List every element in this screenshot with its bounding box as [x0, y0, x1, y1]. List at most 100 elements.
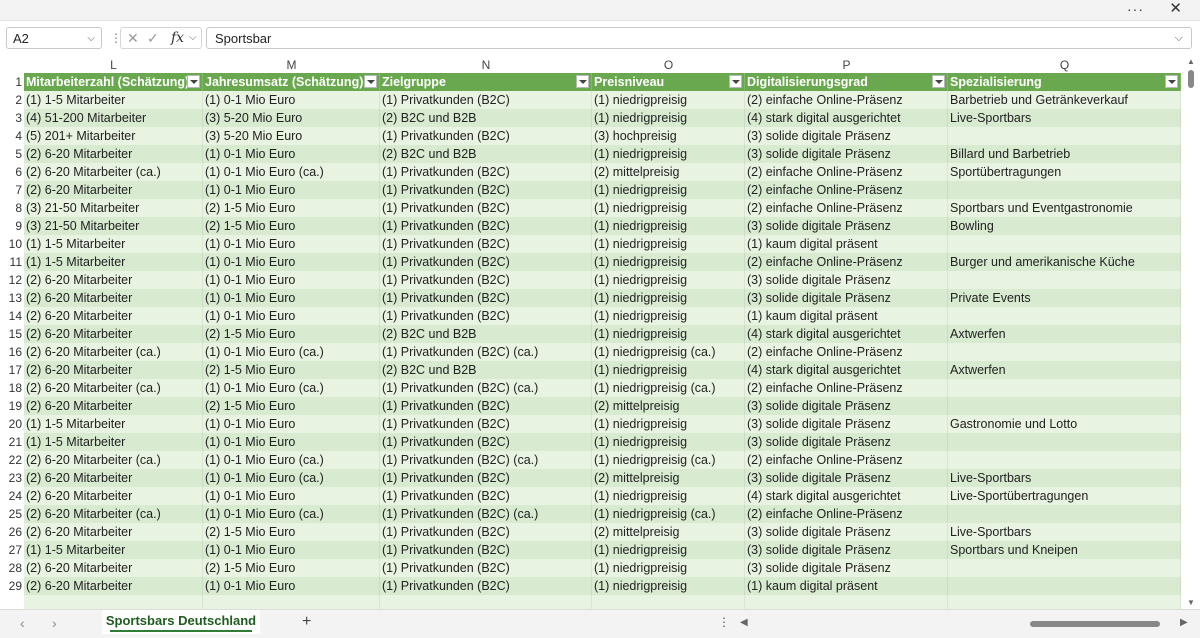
table-cell[interactable]: (1) niedrigpreisig	[592, 181, 745, 199]
table-cell[interactable]: (2) 6-20 Mitarbeiter	[24, 523, 203, 541]
header-cell[interactable]: Jahresumsatz (Schätzung)	[203, 73, 380, 91]
table-cell[interactable]: (2) einfache Online-Präsenz	[745, 505, 948, 523]
table-cell[interactable]: (1) Privatkunden (B2C)	[380, 163, 592, 181]
table-cell[interactable]: (1) 0-1 Mio Euro (ca.)	[203, 469, 380, 487]
table-cell[interactable]: Gastronomie und Lotto	[948, 415, 1181, 433]
table-cell[interactable]: Axtwerfen	[948, 325, 1181, 343]
table-cell[interactable]	[948, 559, 1181, 577]
table-cell[interactable]: (2) 6-20 Mitarbeiter	[24, 325, 203, 343]
filter-dropdown-icon[interactable]	[187, 75, 200, 88]
table-cell[interactable]: (2) 6-20 Mitarbeiter	[24, 559, 203, 577]
table-cell[interactable]: (1) 0-1 Mio Euro	[203, 487, 380, 505]
filter-dropdown-icon[interactable]	[932, 75, 945, 88]
table-cell[interactable]: (1) 0-1 Mio Euro (ca.)	[203, 505, 380, 523]
spreadsheet-grid[interactable]: L M N O P Q 1 Mitarbeiterzahl (Schätzung) Jahres…	[0, 57, 1183, 609]
table-cell[interactable]	[380, 595, 592, 609]
table-cell[interactable]: (1) niedrigpreisig	[592, 235, 745, 253]
table-cell[interactable]: (2) einfache Online-Präsenz	[745, 253, 948, 271]
table-cell[interactable]	[745, 595, 948, 609]
table-cell[interactable]: Sportbars und Eventgastronomie	[948, 199, 1181, 217]
row-number[interactable]: 27	[0, 541, 24, 559]
close-button[interactable]: ✕	[1169, 0, 1182, 18]
table-cell[interactable]: (2) einfache Online-Präsenz	[745, 163, 948, 181]
row-number[interactable]: 13	[0, 289, 24, 307]
table-cell[interactable]: (2) mittelpreisig	[592, 469, 745, 487]
table-cell[interactable]: (1) 1-5 Mitarbeiter	[24, 433, 203, 451]
table-cell[interactable]	[948, 235, 1181, 253]
table-cell[interactable]: (3) solide digitale Präsenz	[745, 469, 948, 487]
table-cell[interactable]: (1) Privatkunden (B2C)	[380, 199, 592, 217]
header-cell[interactable]: Digitalisierungsgrad	[745, 73, 948, 91]
table-cell[interactable]: (1) 1-5 Mitarbeiter	[24, 541, 203, 559]
chevron-down-icon[interactable]: ⌵	[87, 28, 95, 50]
table-cell[interactable]: (1) niedrigpreisig (ca.)	[592, 379, 745, 397]
table-cell[interactable]: (2) 6-20 Mitarbeiter	[24, 307, 203, 325]
table-cell[interactable]: (1) 0-1 Mio Euro (ca.)	[203, 379, 380, 397]
table-cell[interactable]: (2) 1-5 Mio Euro	[203, 559, 380, 577]
table-cell[interactable]: (1) niedrigpreisig (ca.)	[592, 451, 745, 469]
table-cell[interactable]: (4) stark digital ausgerichtet	[745, 361, 948, 379]
table-cell[interactable]: (1) niedrigpreisig	[592, 271, 745, 289]
table-cell[interactable]: (1) Privatkunden (B2C)	[380, 235, 592, 253]
table-cell[interactable]: (2) 6-20 Mitarbeiter	[24, 181, 203, 199]
table-cell[interactable]: (3) solide digitale Präsenz	[745, 523, 948, 541]
column-letter-p[interactable]: P	[745, 57, 948, 73]
table-cell[interactable]: (3) 21-50 Mitarbeiter	[24, 217, 203, 235]
scroll-right-icon[interactable]: ▶	[1180, 617, 1188, 628]
table-cell[interactable]: (2) 1-5 Mio Euro	[203, 217, 380, 235]
table-cell[interactable]: (1) niedrigpreisig	[592, 109, 745, 127]
table-cell[interactable]: Live-Sportübertragungen	[948, 487, 1181, 505]
table-cell[interactable]: (2) 6-20 Mitarbeiter	[24, 289, 203, 307]
table-cell[interactable]: (1) Privatkunden (B2C)	[380, 307, 592, 325]
table-cell[interactable]: (1) Privatkunden (B2C)	[380, 181, 592, 199]
table-cell[interactable]: (1) 0-1 Mio Euro	[203, 577, 380, 595]
table-cell[interactable]	[592, 595, 745, 609]
row-number[interactable]: 12	[0, 271, 24, 289]
table-cell[interactable]: (1) niedrigpreisig	[592, 217, 745, 235]
cancel-icon[interactable]: ✕	[127, 28, 139, 48]
table-cell[interactable]: (1) niedrigpreisig	[592, 541, 745, 559]
table-cell[interactable]: (2) 6-20 Mitarbeiter	[24, 469, 203, 487]
horizontal-scrollbar-thumb[interactable]	[1030, 621, 1160, 627]
table-cell[interactable]: (3) solide digitale Präsenz	[745, 559, 948, 577]
table-cell[interactable]: Live-Sportbars	[948, 523, 1181, 541]
insert-function-icon[interactable]: fx	[171, 28, 184, 48]
table-cell[interactable]: (1) 1-5 Mitarbeiter	[24, 91, 203, 109]
table-cell[interactable]	[948, 379, 1181, 397]
table-cell[interactable]: (2) B2C und B2B	[380, 109, 592, 127]
row-number[interactable]: 6	[0, 163, 24, 181]
row-number[interactable]: 17	[0, 361, 24, 379]
table-cell[interactable]: (1) niedrigpreisig	[592, 577, 745, 595]
table-cell[interactable]	[948, 307, 1181, 325]
table-cell[interactable]: (1) 0-1 Mio Euro	[203, 415, 380, 433]
table-cell[interactable]: (1) Privatkunden (B2C)	[380, 523, 592, 541]
formula-input[interactable]: Sportsbar ⌵	[206, 27, 1192, 49]
row-number[interactable]: 10	[0, 235, 24, 253]
table-cell[interactable]: (2) einfache Online-Präsenz	[745, 379, 948, 397]
table-cell[interactable]: (2) 6-20 Mitarbeiter	[24, 271, 203, 289]
table-cell[interactable]: (1) 0-1 Mio Euro	[203, 181, 380, 199]
table-cell[interactable]: (3) solide digitale Präsenz	[745, 145, 948, 163]
table-cell[interactable]: (2) 6-20 Mitarbeiter (ca.)	[24, 379, 203, 397]
table-cell[interactable]: (1) 1-5 Mitarbeiter	[24, 235, 203, 253]
table-cell[interactable]: (1) niedrigpreisig	[592, 91, 745, 109]
table-cell[interactable]	[948, 127, 1181, 145]
table-cell[interactable]: (1) Privatkunden (B2C)	[380, 127, 592, 145]
table-cell[interactable]	[948, 595, 1181, 609]
row-number[interactable]: 15	[0, 325, 24, 343]
table-cell[interactable]: (2) mittelpreisig	[592, 397, 745, 415]
table-cell[interactable]: (1) niedrigpreisig	[592, 433, 745, 451]
row-number[interactable]: 18	[0, 379, 24, 397]
row-number[interactable]: 5	[0, 145, 24, 163]
table-cell[interactable]: (1) 0-1 Mio Euro	[203, 271, 380, 289]
row-number[interactable]: 14	[0, 307, 24, 325]
table-cell[interactable]: Private Events	[948, 289, 1181, 307]
table-cell[interactable]	[948, 343, 1181, 361]
table-cell[interactable]: (1) 0-1 Mio Euro (ca.)	[203, 343, 380, 361]
row-number[interactable]: 28	[0, 559, 24, 577]
row-number[interactable]: 19	[0, 397, 24, 415]
table-cell[interactable]: (1) Privatkunden (B2C)	[380, 91, 592, 109]
table-cell[interactable]: (3) 5-20 Mio Euro	[203, 127, 380, 145]
table-cell[interactable]: (1) 0-1 Mio Euro	[203, 433, 380, 451]
table-cell[interactable]: (2) einfache Online-Präsenz	[745, 343, 948, 361]
